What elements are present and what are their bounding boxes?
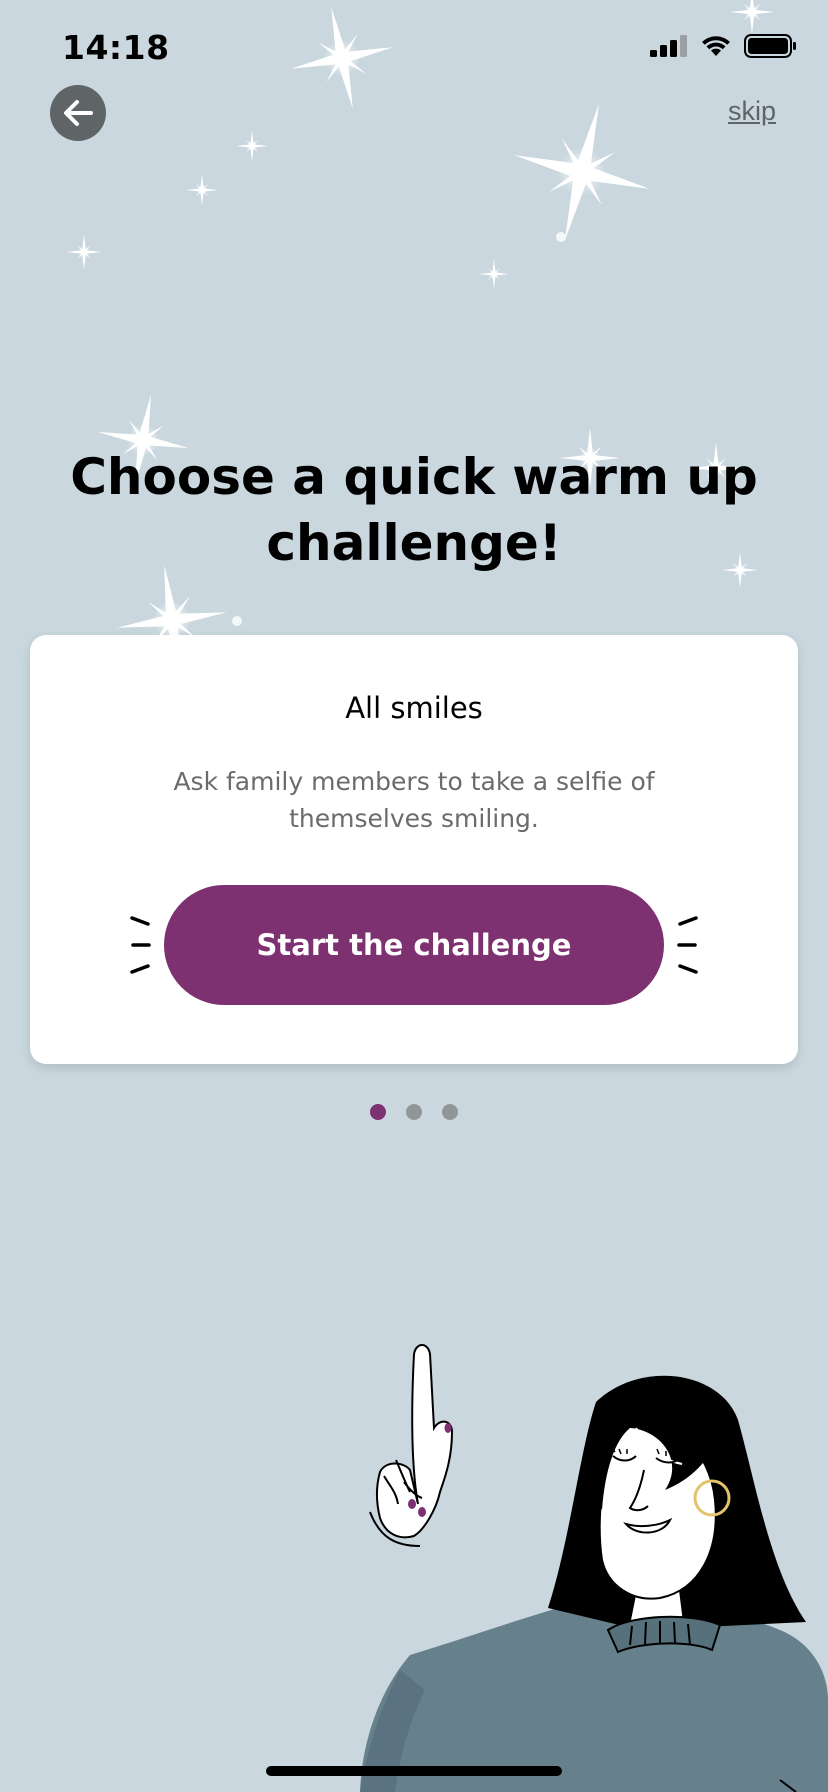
pager-dot-1[interactable] [370, 1104, 386, 1120]
challenge-title: All smiles [345, 691, 483, 725]
home-indicator [266, 1766, 562, 1776]
skip-link[interactable]: skip [728, 96, 776, 127]
page-title: Choose a quick warm up challenge! [70, 448, 758, 572]
status-time: 14:18 [62, 28, 170, 67]
pager-dot-2[interactable] [406, 1104, 422, 1120]
status-bar: 14:18 [0, 0, 828, 100]
signal-icon [650, 35, 687, 57]
battery-icon [744, 34, 796, 58]
challenge-card: All smiles Ask family members to take a … [30, 635, 798, 1064]
burst-lines-right-icon [677, 916, 698, 974]
pager-dots [0, 1104, 828, 1120]
pager-dot-3[interactable] [442, 1104, 458, 1120]
woman-pointing-illustration [360, 1344, 828, 1792]
status-icons [650, 34, 798, 58]
wifi-icon [702, 36, 730, 56]
burst-lines-left-icon [130, 916, 151, 974]
arrow-left-icon [64, 100, 93, 126]
sparkles-decoration [66, 0, 774, 683]
challenge-description: Ask family members to take a selfie of t… [173, 767, 655, 833]
start-challenge-button[interactable]: Start the challenge [164, 885, 664, 1005]
back-button[interactable] [50, 85, 106, 141]
